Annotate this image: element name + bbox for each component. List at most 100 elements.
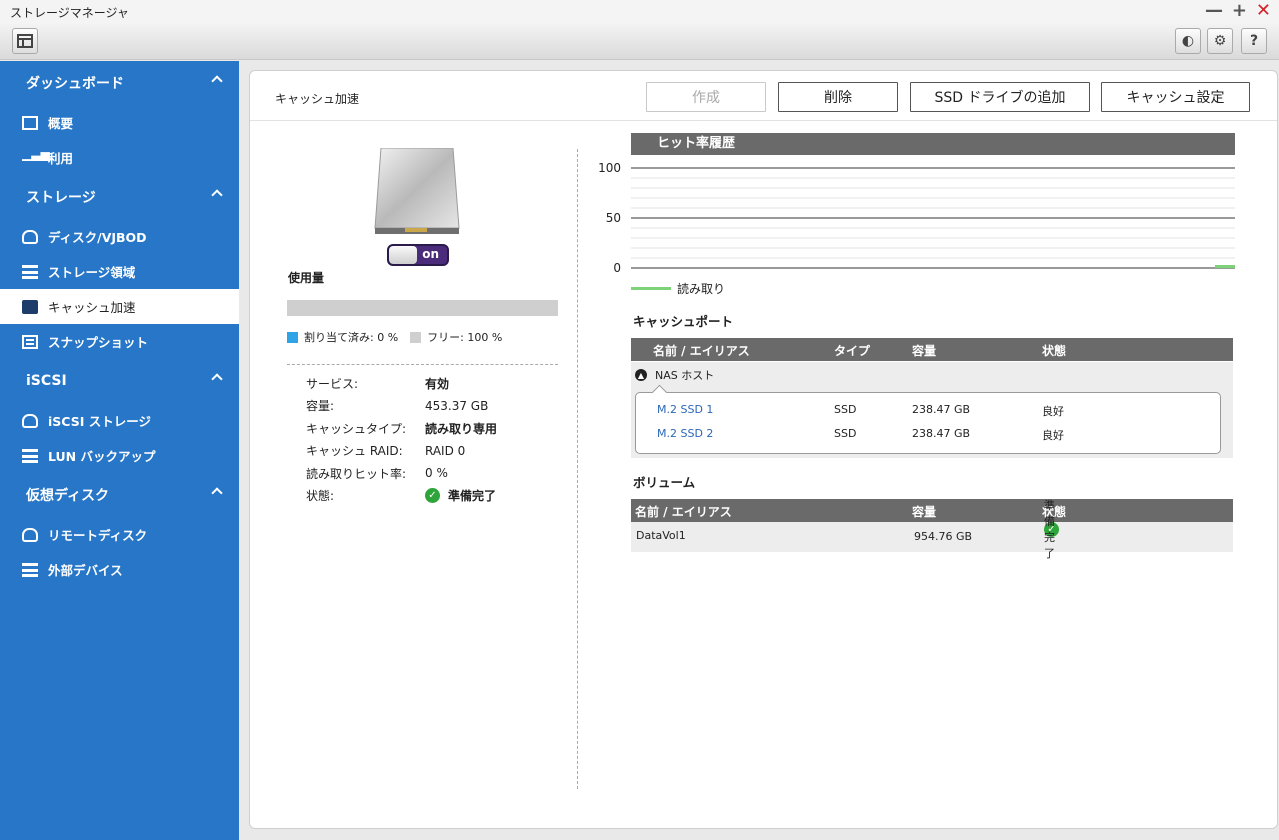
maximize-button[interactable]: + [1232, 2, 1247, 20]
cell-name[interactable]: M.2 SSD 2 [657, 427, 713, 440]
sidebar-item-remote-disk[interactable]: リモートディスク [0, 517, 239, 552]
volume-table-header: 名前 / エイリアス 容量 状態 [631, 499, 1233, 522]
toggle-label: on [422, 247, 439, 261]
remote-disk-icon [22, 527, 38, 542]
sidebar-item-lun-backup[interactable]: LUN バックアップ [0, 438, 239, 473]
section-label: ダッシュボード [26, 76, 124, 92]
legend-label-read: 読み取り [677, 282, 726, 296]
cache-port-table-header: 名前 / エイリアス タイプ 容量 状態 [631, 338, 1233, 361]
layout-toggle-button[interactable] [12, 28, 38, 54]
info-row-hit: 読み取りヒット率: 0 % [306, 462, 497, 485]
chevron-up-icon [211, 189, 223, 201]
hit-rate-chart: 100 50 0 [598, 161, 1235, 275]
info-value: ✓ 準備完了 [425, 487, 496, 504]
allocated-text: 割り当て済み: 0 % [304, 331, 399, 344]
chevron-up-icon [211, 487, 223, 499]
disk-icon [22, 229, 38, 244]
y-tick-label: 100 [598, 161, 621, 175]
col-name: 名前 / エイリアス [635, 505, 732, 519]
status-text: 準備完了 [1044, 499, 1055, 560]
cache-port-title: キャッシュポート [633, 314, 734, 329]
section-label: 仮想ディスク [26, 488, 110, 504]
add-ssd-button[interactable]: SSD ドライブの追加 [910, 82, 1090, 112]
sidebar-item-storage-space[interactable]: ストレージ領域 [0, 254, 239, 289]
usage-bar [287, 300, 558, 316]
info-key: キャッシュ RAID: [306, 444, 403, 459]
column-divider [577, 149, 578, 789]
sidebar-item-cache[interactable]: キャッシュ加速 [0, 289, 239, 324]
check-icon: ✓ [425, 488, 440, 504]
sidebar-item-label: キャッシュ加速 [48, 300, 136, 315]
info-row-status: 状態: ✓ 準備完了 [306, 485, 497, 508]
group-label: NAS ホスト [655, 369, 715, 382]
sidebar-item-label: 概要 [48, 116, 74, 131]
snapshot-tool-button[interactable]: ◐ [1175, 28, 1201, 54]
sidebar-section-storage[interactable]: ストレージ [0, 175, 239, 219]
info-key: 読み取りヒット率: [306, 466, 407, 481]
cell-name[interactable]: M.2 SSD 1 [657, 403, 713, 416]
usage-icon [22, 147, 50, 165]
chevron-up-icon [211, 373, 223, 385]
col-status: 状態 [1042, 344, 1067, 358]
sidebar-section-iscsi[interactable]: iSCSI [0, 359, 239, 403]
sidebar-item-usage[interactable]: 利用 [0, 140, 239, 175]
sidebar-item-disk[interactable]: ディスク/VJBOD [0, 219, 239, 254]
toggle-knob [389, 246, 417, 264]
legend-line-read [631, 287, 671, 290]
create-button[interactable]: 作成 [646, 82, 766, 112]
status-text: 準備完了 [448, 489, 497, 504]
col-capacity: 容量 [912, 505, 937, 519]
info-key: サービス: [306, 376, 359, 391]
sidebar-item-overview[interactable]: 概要 [0, 105, 239, 140]
snapshot-icon [22, 334, 38, 349]
cell-status: 良好 [1042, 429, 1064, 442]
series-point-read [1215, 265, 1235, 268]
allocated-swatch [287, 331, 298, 343]
group-toggle[interactable]: ▲ NAS ホスト [635, 367, 714, 383]
sidebar-item-iscsi-storage[interactable]: iSCSI ストレージ [0, 403, 239, 438]
chart-legend: 読み取り [631, 280, 725, 297]
cell-name: DataVol1 [636, 529, 686, 542]
minimize-button[interactable]: — [1205, 2, 1223, 20]
delete-button[interactable]: 削除 [778, 82, 898, 112]
group-rows: M.2 SSD 1 SSD 238.47 GB 良好 M.2 SSD 2 SSD… [635, 392, 1221, 454]
sidebar-item-label: リモートディスク [48, 528, 148, 543]
table-row[interactable]: DataVol1 954.76 GB ✓ 準備完了 [631, 499, 1233, 560]
info-row-type: キャッシュタイプ: 読み取り専用 [306, 417, 497, 440]
help-button[interactable]: ? [1241, 28, 1267, 54]
free-text: フリー: 100 % [427, 331, 503, 344]
cell-capacity: 238.47 GB [912, 427, 971, 440]
lun-backup-icon [22, 448, 38, 463]
section-label: iSCSI [26, 373, 67, 389]
sidebar-item-label: 利用 [48, 151, 74, 166]
toolbar: ◐ ⚙ ? [0, 24, 1279, 60]
sidebar-section-dashboard[interactable]: ダッシュボード [0, 61, 239, 105]
table-row[interactable]: M.2 SSD 2 SSD 238.47 GB 良好 [636, 424, 1220, 444]
sidebar-item-external-device[interactable]: 外部デバイス [0, 552, 239, 587]
overview-icon [22, 115, 38, 130]
info-value: RAID 0 [425, 443, 466, 458]
cell-type: SSD [834, 403, 857, 416]
sidebar-item-snapshot[interactable]: スナップショット [0, 324, 239, 359]
hit-rate-history-header: ヒット率履歴 [631, 133, 1235, 155]
cache-settings-button[interactable]: キャッシュ設定 [1101, 82, 1250, 112]
sidebar-section-virtual-disk[interactable]: 仮想ディスク [0, 473, 239, 517]
divider [287, 364, 558, 365]
table-row[interactable]: M.2 SSD 1 SSD 238.47 GB 良好 [636, 400, 1220, 420]
free-swatch [410, 331, 422, 343]
sidebar-item-label: スナップショット [48, 335, 149, 350]
cache-toggle-switch[interactable]: on [387, 244, 449, 266]
usage-label: 使用量 [288, 271, 325, 285]
cache-info: サービス: 有効 容量: 453.37 GB キャッシュタイプ: 読み取り専用 キャッ… [306, 372, 497, 507]
info-value: 有効 [425, 376, 450, 391]
panel-title: キャッシュ加速 [275, 92, 360, 106]
window-title: ストレージマネージャ [10, 5, 129, 20]
close-button[interactable]: ✕ [1256, 2, 1271, 20]
info-key: キャッシュタイプ: [306, 421, 407, 436]
col-name: 名前 / エイリアス [653, 344, 750, 358]
settings-button[interactable]: ⚙ [1207, 28, 1233, 54]
title-bar: ストレージマネージャ — + ✕ [0, 0, 1279, 24]
col-capacity: 容量 [912, 344, 937, 358]
collapse-icon: ▲ [635, 369, 647, 381]
y-tick-label: 0 [613, 261, 621, 275]
